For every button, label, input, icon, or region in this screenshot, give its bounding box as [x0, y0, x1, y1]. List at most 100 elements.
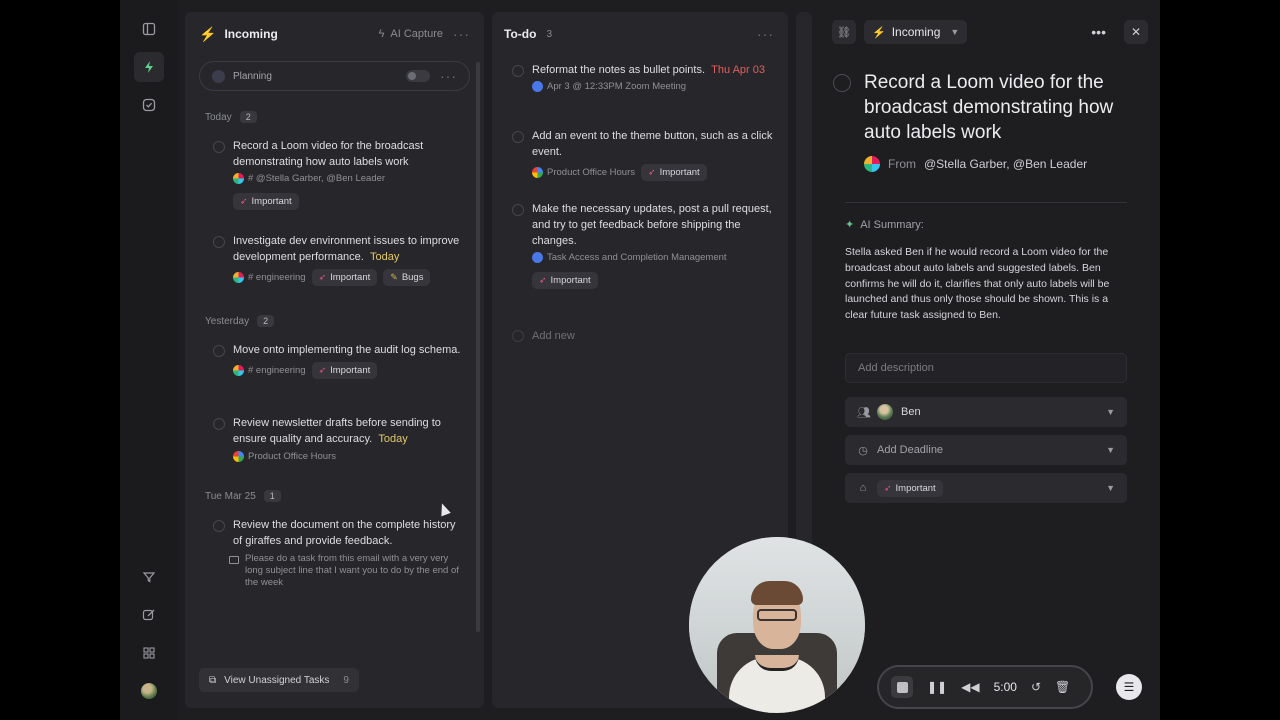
scrollbar[interactable] [476, 62, 480, 632]
planning-bar[interactable]: Planning ··· [199, 61, 470, 91]
task-checkbox[interactable] [833, 74, 851, 92]
description-input[interactable] [845, 353, 1127, 383]
task-tags: ➶ Important [532, 272, 774, 289]
task-detail-panel: ⛓ ⚡ Incoming ▼ ••• ✕ Record a Loom video… [820, 0, 1160, 720]
source-label: # @Stella Garber, @Ben Leader [248, 173, 386, 184]
tag-important[interactable]: ➶ Important [641, 164, 707, 181]
task-item[interactable]: Review newsletter drafts before sending … [213, 415, 463, 462]
pause-icon[interactable]: ❚❚ [927, 680, 947, 694]
task-title[interactable]: Record a Loom video for the broadcast de… [864, 70, 1136, 145]
webcam-glasses [757, 609, 797, 621]
task-meta: # engineering ➶ Important [233, 362, 463, 379]
restart-icon[interactable]: ↺ [1031, 680, 1041, 694]
add-new-task[interactable]: Add new [512, 330, 575, 342]
bolt-icon[interactable] [134, 52, 164, 82]
task-checkbox[interactable] [213, 141, 225, 153]
unassigned-count: 9 [343, 674, 349, 686]
column-title: Incoming [224, 27, 278, 41]
todo-header: To-do 3 ··· [504, 24, 774, 44]
more-icon[interactable]: ··· [757, 26, 774, 42]
task-source: # engineering [233, 272, 306, 283]
task-item[interactable]: Record a Loom video for the broadcast de… [213, 138, 463, 210]
labels-field[interactable]: ⌂ ➶ Important ▼ [845, 473, 1127, 503]
task-item[interactable]: Add an event to the theme button, such a… [512, 128, 774, 181]
check-square-icon[interactable] [134, 90, 164, 120]
tag-important[interactable]: ➶ Important [233, 193, 299, 210]
task-checkbox[interactable] [512, 204, 524, 216]
task-checkbox[interactable] [512, 131, 524, 143]
close-icon[interactable]: ✕ [1124, 20, 1148, 44]
trash-icon[interactable]: 🗑︎ [1055, 680, 1070, 694]
task-item[interactable]: Move onto implementing the audit log sch… [213, 342, 463, 379]
source-label: # engineering [248, 365, 306, 376]
ai-capture-button[interactable]: ϟ AI Capture [379, 28, 443, 40]
webcam-bubble[interactable] [689, 537, 865, 713]
task-item[interactable]: Make the necessary updates, post a pull … [512, 201, 774, 289]
more-icon[interactable]: ··· [453, 26, 470, 42]
status-dropdown[interactable]: ⚡ Incoming ▼ [864, 20, 968, 44]
planning-toggle[interactable] [406, 70, 430, 82]
task-item[interactable]: Investigate dev environment issues to im… [213, 233, 463, 286]
tag-label: Important [895, 482, 936, 494]
group-title: Tue Mar 25 [205, 490, 256, 502]
ai-summary-text: Stella asked Ben if he would record a Lo… [845, 246, 1110, 322]
clock-icon: ◷ [858, 444, 868, 457]
task-title-text: Investigate dev environment issues to im… [233, 235, 460, 263]
tag-label: Bugs [401, 272, 424, 283]
task-checkbox[interactable] [213, 520, 225, 532]
ai-summary-header: ✦ AI Summary: [845, 218, 924, 232]
due-label: Today [378, 433, 408, 445]
sidebar-toggle-icon[interactable] [134, 14, 164, 44]
user-avatar[interactable] [134, 676, 164, 706]
tag-important[interactable]: ➶ Important [311, 362, 378, 379]
group-title: Today [205, 111, 232, 123]
assignee-name: Ben [901, 406, 921, 418]
stop-icon [896, 681, 908, 693]
important-icon: ➶ [539, 275, 547, 285]
task-checkbox[interactable] [512, 65, 524, 77]
group-label-date: Tue Mar 25 1 [205, 490, 281, 502]
edit-icon[interactable] [134, 600, 164, 630]
zoom-icon [532, 252, 543, 263]
tag-label: Important [330, 365, 371, 376]
assignee-field[interactable]: 👥︎ Ben ▼ [845, 397, 1127, 427]
task-title-text: Reformat the notes as bullet points. [532, 64, 706, 76]
group-count: 1 [263, 490, 281, 502]
stop-recording-button[interactable] [891, 676, 913, 698]
group-label-yesterday: Yesterday 2 [205, 315, 275, 327]
due-label: Thu Apr 03 [711, 64, 765, 76]
task-title-text: Review newsletter drafts before sending … [233, 417, 441, 445]
detail-toolbar: ⛓ ⚡ Incoming ▼ ••• ✕ [832, 20, 1148, 44]
tag-important[interactable]: ➶ Important [311, 269, 378, 286]
source-label: # engineering [248, 272, 306, 283]
tag-label: Important [330, 272, 371, 283]
icon-rail [120, 0, 178, 720]
link-icon[interactable]: ⛓ [832, 20, 856, 44]
tag-label: Important [550, 275, 591, 286]
task-meta: # @Stella Garber, @Ben Leader [233, 173, 463, 184]
more-icon[interactable]: ··· [440, 68, 457, 84]
task-checkbox[interactable] [213, 236, 225, 248]
from-people[interactable]: @Stella Garber, @Ben Leader [924, 157, 1087, 171]
chevron-down-icon: ▼ [1106, 407, 1115, 417]
task-checkbox[interactable] [213, 418, 225, 430]
task-item[interactable]: Reformat the notes as bullet points. Thu… [512, 62, 774, 92]
rewind-icon[interactable]: ◀◀ [961, 680, 979, 694]
tag-important[interactable]: ➶ Important [877, 479, 943, 497]
source-label: Apr 3 @ 12:33PM Zoom Meeting [547, 81, 687, 92]
tag-bugs[interactable]: ✎ Bugs [383, 269, 431, 286]
task-tags: ➶ Important [233, 193, 463, 210]
source-label: Product Office Hours [248, 451, 337, 462]
deadline-field[interactable]: ◷ Add Deadline ▼ [845, 435, 1127, 465]
task-item[interactable]: Review the document on the complete hist… [213, 517, 463, 589]
task-checkbox[interactable] [213, 345, 225, 357]
deadline-label: Add Deadline [877, 444, 944, 456]
view-unassigned-button[interactable]: ⧉ View Unassigned Tasks 9 [199, 668, 359, 692]
task-title: Make the necessary updates, post a pull … [532, 203, 772, 247]
grid-icon[interactable] [134, 638, 164, 668]
chat-icon[interactable]: ☰ [1116, 674, 1142, 700]
task-source: Product Office Hours [233, 451, 336, 462]
tag-important[interactable]: ➶ Important [532, 272, 598, 289]
more-icon[interactable]: ••• [1091, 24, 1106, 40]
filter-icon[interactable] [134, 562, 164, 592]
